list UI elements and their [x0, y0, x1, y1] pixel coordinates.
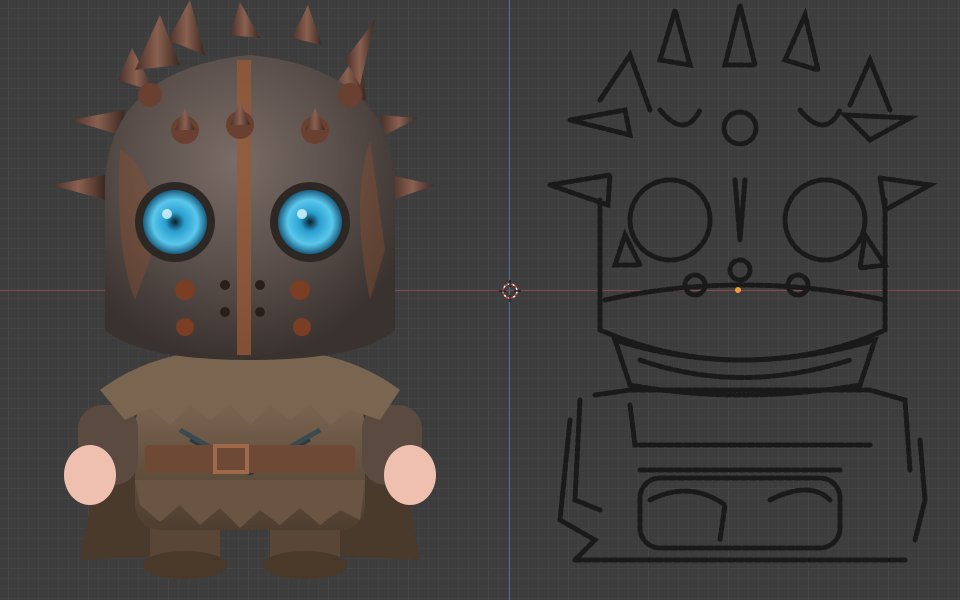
knight-figure[interactable] — [40, 0, 460, 600]
3d-viewport[interactable] — [0, 0, 960, 600]
left-hand — [64, 445, 116, 505]
left-eye — [143, 190, 207, 254]
right-hand — [384, 445, 436, 505]
belt — [145, 445, 355, 473]
object-origin-icon — [735, 287, 741, 293]
right-eye — [278, 190, 342, 254]
outline-drawing[interactable] — [540, 0, 960, 600]
3d-cursor-icon[interactable] — [498, 279, 522, 303]
